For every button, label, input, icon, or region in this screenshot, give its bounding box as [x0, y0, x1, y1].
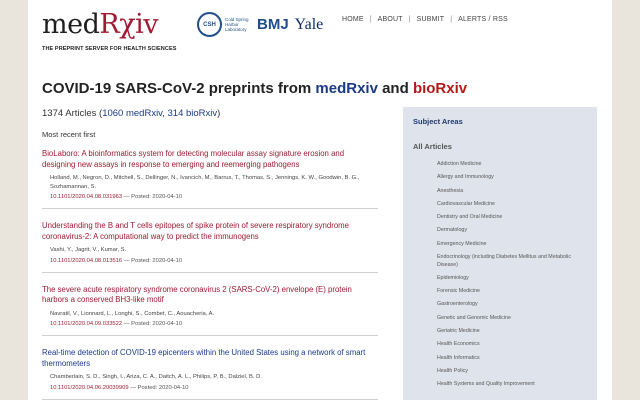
article-authors: Navratil, V., Lionnard, L., Longhi, S., … [50, 310, 215, 317]
medrxiv-count-link[interactable]: 1060 medRxiv [102, 108, 162, 119]
page-title: COVID-19 SARS-CoV-2 preprints from medRx… [42, 80, 468, 97]
cshl-name: Cold Spring Harbor Laboratory [225, 17, 249, 32]
posted-date: — Posted: 2020-04-10 [123, 321, 183, 327]
cshl-logo[interactable]: CSH Cold Spring Harbor Laboratory [197, 12, 251, 37]
doi-link[interactable]: 10.1101/2020.04.06.20039909 [50, 385, 129, 391]
subject-item[interactable]: Forensic Medicine [437, 288, 587, 296]
list-item: The severe acute respiratory syndrome co… [42, 285, 378, 336]
subject-item[interactable]: Endocrinology (including Diabetes Mellit… [437, 254, 587, 269]
posted-date: — Posted: 2020-04-10 [123, 194, 183, 200]
doi-link[interactable]: 10.1101/2020.04.09.033522 [50, 321, 122, 327]
subject-item[interactable]: Dermatology [437, 227, 587, 235]
article-authors: Chamberlain, S. D., Singh, I., Ariza, C.… [50, 374, 262, 380]
nav-home[interactable]: HOME [342, 16, 364, 23]
sort-label: Most recent first [42, 130, 96, 139]
nav-separator: | [408, 16, 411, 23]
article-meta: 10.1101/2020.04.08.031963 — Posted: 2020… [42, 194, 378, 200]
subject-item[interactable]: Epidemiology [437, 275, 587, 283]
biorxiv-count-link[interactable]: 314 bioRxiv [168, 108, 218, 119]
subject-item[interactable]: Emergency Medicine [437, 241, 587, 249]
yale-logo[interactable]: Yale [295, 16, 324, 34]
article-title-link[interactable]: BioLaboro: A bioinformatics system for d… [42, 149, 378, 170]
logo-tagline: THE PREPRINT SERVER FOR HEALTH SCIENCES [42, 46, 177, 52]
article-meta: 10.1101/2020.04.06.20039909 — Posted: 20… [42, 385, 378, 391]
subject-item[interactable]: Gastroenterology [437, 301, 587, 309]
list-item: Understanding the B and T cells epitopes… [42, 221, 378, 273]
article-title-link[interactable]: The severe acute respiratory syndrome co… [42, 285, 378, 306]
partner-logos: CSH Cold Spring Harbor Laboratory BMJ Ya… [197, 12, 323, 37]
subject-item[interactable]: Health Economics [437, 341, 587, 349]
logo-wordmark: medRχiv [42, 9, 158, 40]
subject-list: Addiction Medicine Allergy and Immunolog… [413, 161, 587, 389]
biorxiv-title-link[interactable]: bioRxiv [413, 80, 467, 97]
page: medRχiv THE PREPRINT SERVER FOR HEALTH S… [28, 0, 612, 400]
nav-submit[interactable]: SUBMIT [417, 16, 445, 23]
subject-item[interactable]: Geriatric Medicine [437, 328, 587, 336]
posted-date: — Posted: 2020-04-10 [130, 384, 189, 391]
article-title-link[interactable]: Real-time detection of COVID-19 epicente… [42, 348, 378, 369]
subject-item[interactable]: Genetic and Genomic Medicine [437, 315, 587, 323]
article-list: BioLaboro: A bioinformatics system for d… [42, 149, 378, 400]
nav-alerts-rss[interactable]: ALERTS / RSS [458, 16, 508, 23]
article-meta: 10.1101/2020.04.09.033522 — Posted: 2020… [42, 321, 378, 327]
list-item: Real-time detection of COVID-19 epicente… [42, 348, 378, 400]
subject-item[interactable]: Allergy and Immunology [437, 174, 587, 182]
subject-item[interactable]: Cardiovascular Medicine [437, 201, 587, 209]
nav-separator: | [450, 16, 453, 23]
subject-item[interactable]: Anesthesia [437, 188, 587, 196]
subject-item[interactable]: Dentistry and Oral Medicine [437, 214, 587, 222]
article-authors: Vashi, Y., Jagrit, V., Kumar, S. [50, 247, 127, 253]
subject-item[interactable]: Health Policy [437, 368, 587, 376]
article-count: 1374 Articles (1060 medRxiv, 314 bioRxiv… [42, 108, 221, 119]
list-item: BioLaboro: A bioinformatics system for d… [42, 149, 378, 209]
medrxiv-title-link[interactable]: medRxiv [315, 80, 378, 97]
nav-separator: | [369, 16, 372, 23]
medrxiv-logo[interactable]: medRχiv THE PREPRINT SERVER FOR HEALTH S… [42, 9, 177, 53]
subject-item[interactable]: Health Systems and Quality Improvement [437, 381, 587, 389]
subject-areas-sidebar: Subject Areas All Articles Addiction Med… [403, 107, 597, 400]
doi-link[interactable]: 10.1101/2020.04.08.013516 [50, 258, 122, 264]
article-authors: Holland, M., Negron, D., Mitchell, S., D… [50, 175, 360, 190]
article-meta: 10.1101/2020.04.08.013516 — Posted: 2020… [42, 258, 378, 264]
article-title-link[interactable]: Understanding the B and T cells epitopes… [42, 221, 378, 242]
subject-item[interactable]: Health Informatics [437, 355, 587, 363]
bmj-logo[interactable]: BMJ [257, 16, 289, 33]
top-nav: HOME | ABOUT | SUBMIT | ALERTS / RSS [342, 16, 508, 23]
sidebar-heading: Subject Areas [413, 117, 463, 126]
subject-item[interactable]: Addiction Medicine [437, 161, 587, 169]
doi-link[interactable]: 10.1101/2020.04.08.031963 [50, 194, 122, 200]
cshl-seal-icon: CSH [197, 12, 222, 37]
sidebar-all-articles[interactable]: All Articles [413, 142, 587, 151]
posted-date: — Posted: 2020-04-10 [123, 257, 183, 264]
nav-about[interactable]: ABOUT [378, 16, 403, 23]
